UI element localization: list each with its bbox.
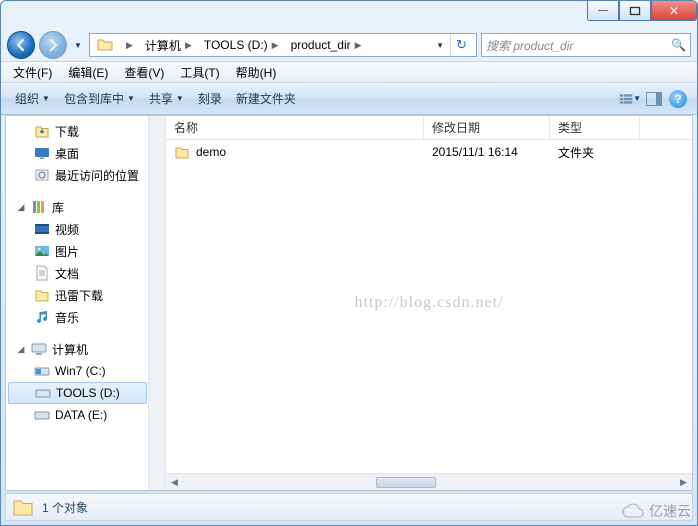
minimize-button[interactable]: — (587, 1, 619, 21)
search-icon: 🔍 (671, 38, 686, 52)
picture-icon (34, 243, 50, 259)
computer-icon (31, 341, 47, 357)
collapse-icon[interactable]: ◢ (16, 202, 26, 213)
window-controls: — ✕ (587, 1, 697, 21)
recent-icon (34, 167, 50, 183)
cloud-icon (621, 503, 645, 519)
music-icon (34, 309, 50, 325)
explorer-window: — ✕ ▼ ▶ 计算机▶ TOOLS (D:)▶ product_dir▶ ▼ … (0, 0, 698, 526)
tree-drive-e[interactable]: DATA (E:) (6, 404, 165, 426)
share-button[interactable]: 共享▼ (143, 87, 190, 110)
tree-computer[interactable]: ◢计算机 (6, 338, 165, 360)
breadcrumb-productdir[interactable]: product_dir▶ (287, 34, 370, 56)
nav-history-dropdown[interactable]: ▼ (71, 35, 85, 55)
close-button[interactable]: ✕ (651, 1, 697, 21)
address-end: ▼ ↻ (432, 34, 474, 56)
breadcrumb-computer[interactable]: 计算机▶ (141, 34, 200, 56)
folder-icon (174, 144, 190, 160)
brand-badge: 亿速云 (621, 501, 691, 521)
arrow-right-icon (46, 38, 60, 52)
menu-help[interactable]: 帮助(H) (230, 62, 283, 83)
address-dropdown[interactable]: ▼ (432, 41, 448, 50)
toolbar: 组织▼ 包含到库中▼ 共享▼ 刻录 新建文件夹 ▼ ? (1, 83, 697, 115)
newfolder-button[interactable]: 新建文件夹 (230, 87, 302, 110)
list-item[interactable]: demo 2015/11/1 16:14 文件夹 (166, 140, 692, 164)
nav-tree: 下载 桌面 最近访问的位置 ◢库 视频 图片 文档 迅雷下载 音乐 ◢计算机 W… (6, 116, 166, 490)
tree-drive-d[interactable]: TOOLS (D:) (8, 382, 147, 404)
preview-pane-icon (646, 92, 662, 106)
tree-xunlei[interactable]: 迅雷下载 (6, 284, 165, 306)
back-button[interactable] (7, 31, 35, 59)
col-type[interactable]: 类型 (550, 116, 640, 139)
folder-icon (34, 287, 50, 303)
watermark-text: http://blog.csdn.net/ (355, 294, 504, 312)
scroll-left-icon[interactable]: ◀ (166, 474, 183, 491)
scroll-thumb[interactable] (376, 477, 436, 488)
titlebar: — ✕ (1, 1, 697, 29)
tree-recent[interactable]: 最近访问的位置 (6, 164, 165, 186)
status-count: 1 个对象 (42, 499, 88, 516)
help-button[interactable]: ? (667, 88, 689, 110)
folder-icon (96, 36, 114, 54)
item-name: demo (196, 145, 226, 159)
column-headers: 名称 修改日期 类型 (166, 116, 692, 140)
search-input[interactable]: 搜索 product_dir 🔍 (481, 33, 691, 57)
menu-bar: 文件(F) 编辑(E) 查看(V) 工具(T) 帮助(H) (1, 61, 697, 83)
tree-scrollbar[interactable] (148, 116, 165, 490)
view-list-icon (619, 92, 633, 106)
download-icon (34, 123, 50, 139)
burn-button[interactable]: 刻录 (192, 87, 228, 110)
body: 下载 桌面 最近访问的位置 ◢库 视频 图片 文档 迅雷下载 音乐 ◢计算机 W… (5, 115, 693, 491)
arrow-left-icon (14, 38, 28, 52)
menu-edit[interactable]: 编辑(E) (62, 62, 114, 83)
tree-downloads[interactable]: 下载 (6, 120, 165, 142)
forward-button[interactable] (39, 31, 67, 59)
tree-documents[interactable]: 文档 (6, 262, 165, 284)
view-mode-button[interactable]: ▼ (619, 88, 641, 110)
col-name[interactable]: 名称 (166, 116, 424, 139)
breadcrumb-tools[interactable]: TOOLS (D:)▶ (200, 34, 287, 56)
tree-drive-c[interactable]: Win7 (C:) (6, 360, 165, 382)
address-bar[interactable]: ▶ 计算机▶ TOOLS (D:)▶ product_dir▶ ▼ ↻ (89, 33, 477, 57)
tree-libraries[interactable]: ◢库 (6, 196, 165, 218)
status-bar: 1 个对象 (5, 493, 693, 521)
video-icon (34, 221, 50, 237)
item-modified: 2015/11/1 16:14 (424, 145, 550, 159)
tree-desktop[interactable]: 桌面 (6, 142, 165, 164)
nav-row: ▼ ▶ 计算机▶ TOOLS (D:)▶ product_dir▶ ▼ ↻ 搜索… (1, 29, 697, 61)
organize-button[interactable]: 组织▼ (9, 87, 56, 110)
help-icon: ? (669, 90, 687, 108)
menu-view[interactable]: 查看(V) (118, 62, 170, 83)
scroll-right-icon[interactable]: ▶ (675, 474, 692, 491)
tree-pictures[interactable]: 图片 (6, 240, 165, 262)
maximize-button[interactable] (619, 1, 651, 21)
collapse-icon[interactable]: ◢ (16, 344, 26, 355)
horizontal-scrollbar[interactable]: ◀ ▶ (166, 473, 692, 490)
menu-tools[interactable]: 工具(T) (174, 62, 225, 83)
tree-music[interactable]: 音乐 (6, 306, 165, 328)
drive-icon (34, 407, 50, 423)
include-button[interactable]: 包含到库中▼ (58, 87, 141, 110)
drive-icon (34, 363, 50, 379)
breadcrumb-sep[interactable]: ▶ (118, 34, 141, 56)
maximize-icon (629, 5, 641, 17)
preview-pane-button[interactable] (643, 88, 665, 110)
col-modified[interactable]: 修改日期 (424, 116, 550, 139)
menu-file[interactable]: 文件(F) (7, 62, 58, 83)
tree-videos[interactable]: 视频 (6, 218, 165, 240)
drive-icon (35, 385, 51, 401)
refresh-button[interactable]: ↻ (450, 34, 472, 56)
item-type: 文件夹 (550, 144, 640, 161)
search-placeholder: 搜索 product_dir (486, 37, 573, 54)
document-icon (34, 265, 50, 281)
desktop-icon (34, 145, 50, 161)
library-icon (31, 199, 47, 215)
folder-icon (12, 496, 34, 518)
file-list: 名称 修改日期 类型 demo 2015/11/1 16:14 文件夹 http… (166, 116, 692, 490)
